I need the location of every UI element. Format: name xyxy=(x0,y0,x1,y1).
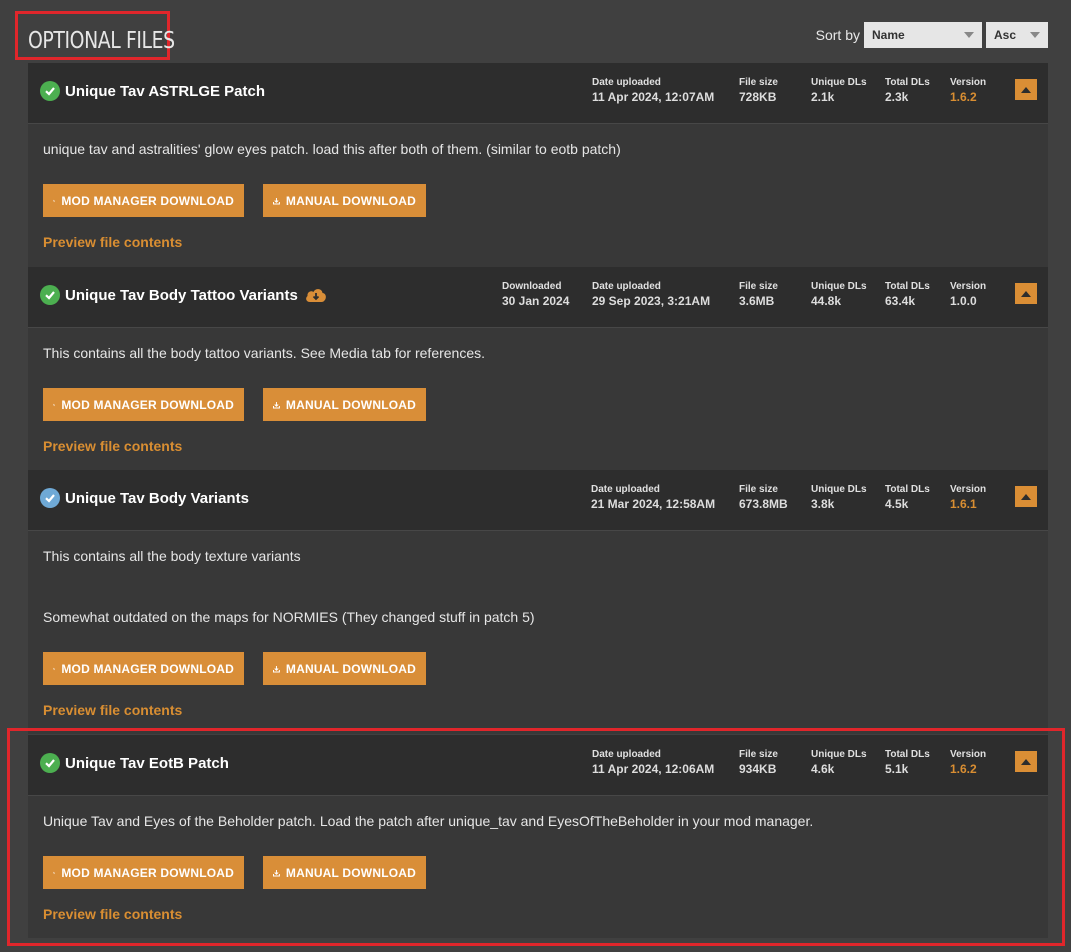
file-header: Unique Tav EotB Patch Date uploaded 11 Ap… xyxy=(28,735,1048,795)
preview-file-contents-link[interactable]: Preview file contents xyxy=(43,702,182,718)
check-icon xyxy=(40,81,60,101)
stat-unique-dls: Unique DLs 4.6k xyxy=(811,749,867,776)
manual-download-button[interactable]: MANUAL DOWNLOAD xyxy=(263,388,426,421)
file-item: Unique Tav Body Tattoo Variants Download… xyxy=(28,267,1048,470)
download-icon xyxy=(273,869,280,876)
stat-file-size: File size 673.8MB xyxy=(739,484,788,511)
stat-unique-dls: Unique DLs 3.8k xyxy=(811,484,867,511)
stat-file-size: File size 934KB xyxy=(739,749,778,776)
file-item: Unique Tav EotB Patch Date uploaded 11 Ap… xyxy=(28,735,1048,938)
chevron-up-icon xyxy=(1021,493,1031,500)
collapse-button[interactable] xyxy=(1015,751,1037,772)
file-body: This contains all the body tattoo varian… xyxy=(28,327,1048,470)
wrench-cross-icon xyxy=(53,199,56,202)
download-icon xyxy=(273,665,280,672)
file-description: Somewhat outdated on the maps for NORMIE… xyxy=(43,609,535,625)
sort-field-select[interactable]: Name xyxy=(864,22,982,48)
stat-unique-dls: Unique DLs 2.1k xyxy=(811,77,867,104)
sort-direction-select[interactable]: Asc xyxy=(986,22,1048,48)
check-icon xyxy=(40,285,60,305)
file-title: Unique Tav Body Tattoo Variants xyxy=(40,285,328,305)
chevron-up-icon xyxy=(1021,290,1031,297)
mod-manager-download-button[interactable]: MOD MANAGER DOWNLOAD xyxy=(43,856,244,889)
chevron-up-icon xyxy=(1021,758,1031,765)
file-item: Unique Tav ASTRLGE Patch Date uploaded 11… xyxy=(28,63,1048,267)
stat-total-dls: Total DLs 63.4k xyxy=(885,281,930,308)
stat-date-uploaded: Date uploaded 29 Sep 2023, 3:21AM xyxy=(592,281,711,308)
file-item: Unique Tav Body Variants Date uploaded 21… xyxy=(28,470,1048,734)
mod-manager-download-button[interactable]: MOD MANAGER DOWNLOAD xyxy=(43,652,244,685)
wrench-cross-icon xyxy=(53,667,56,670)
manual-download-button[interactable]: MANUAL DOWNLOAD xyxy=(263,856,426,889)
file-description: This contains all the body tattoo varian… xyxy=(43,345,486,361)
sort-controls: Sort by Name Asc xyxy=(816,22,1048,48)
stat-unique-dls: Unique DLs 44.8k xyxy=(811,281,867,308)
stat-date-uploaded: Date uploaded 11 Apr 2024, 12:06AM xyxy=(592,749,715,776)
file-name: Unique Tav Body Variants xyxy=(65,489,249,507)
chevron-up-icon xyxy=(1021,86,1031,93)
file-title: Unique Tav EotB Patch xyxy=(40,753,229,773)
file-body: This contains all the body texture varia… xyxy=(28,530,1048,734)
file-name: Unique Tav Body Tattoo Variants xyxy=(65,286,298,304)
stat-file-size: File size 728KB xyxy=(739,77,778,104)
stat-version: Version 1.6.1 xyxy=(950,484,987,511)
stat-version: Version 1.6.2 xyxy=(950,749,987,776)
file-header: Unique Tav Body Variants Date uploaded 21… xyxy=(28,470,1048,530)
preview-file-contents-link[interactable]: Preview file contents xyxy=(43,906,182,922)
stat-version: Version 1.6.2 xyxy=(950,77,987,104)
check-icon xyxy=(40,753,60,773)
stat-downloaded: Downloaded 30 Jan 2024 xyxy=(502,281,570,308)
section-title-text: OPTIONAL FILES xyxy=(28,28,175,54)
file-name: Unique Tav EotB Patch xyxy=(65,754,229,772)
cloud-download-icon xyxy=(305,289,326,302)
collapse-button[interactable] xyxy=(1015,486,1037,507)
stat-version: Version 1.0.0 xyxy=(950,281,987,308)
file-description: unique tav and astralities' glow eyes pa… xyxy=(43,141,621,157)
stat-date-uploaded: Date uploaded 11 Apr 2024, 12:07AM xyxy=(592,77,715,104)
download-icon xyxy=(273,197,280,204)
chevron-down-icon xyxy=(964,32,974,38)
collapse-button[interactable] xyxy=(1015,283,1037,304)
sort-field-value: Name xyxy=(872,28,905,42)
file-title: Unique Tav ASTRLGE Patch xyxy=(40,81,265,101)
preview-file-contents-link[interactable]: Preview file contents xyxy=(43,438,182,454)
file-body: unique tav and astralities' glow eyes pa… xyxy=(28,123,1048,267)
preview-file-contents-link[interactable]: Preview file contents xyxy=(43,234,182,250)
file-name: Unique Tav ASTRLGE Patch xyxy=(65,82,266,100)
sort-label: Sort by xyxy=(815,27,860,43)
file-header: Unique Tav Body Tattoo Variants Download… xyxy=(28,267,1048,327)
section-title: OPTIONAL FILES xyxy=(15,11,175,60)
wrench-cross-icon xyxy=(53,871,56,874)
mod-manager-download-button[interactable]: MOD MANAGER DOWNLOAD xyxy=(43,184,244,217)
stat-total-dls: Total DLs 2.3k xyxy=(885,77,930,104)
chevron-down-icon xyxy=(1030,32,1040,38)
file-header: Unique Tav ASTRLGE Patch Date uploaded 11… xyxy=(28,63,1048,123)
wrench-cross-icon xyxy=(53,403,56,406)
check-icon xyxy=(40,488,60,508)
manual-download-button[interactable]: MANUAL DOWNLOAD xyxy=(263,184,426,217)
file-body: Unique Tav and Eyes of the Beholder patc… xyxy=(28,795,1048,938)
manual-download-button[interactable]: MANUAL DOWNLOAD xyxy=(263,652,426,685)
stat-date-uploaded: Date uploaded 21 Mar 2024, 12:58AM xyxy=(591,484,716,511)
file-description: This contains all the body texture varia… xyxy=(43,548,301,564)
download-icon xyxy=(273,401,280,408)
sort-direction-value: Asc xyxy=(994,28,1017,42)
file-title: Unique Tav Body Variants xyxy=(40,488,249,508)
stat-file-size: File size 3.6MB xyxy=(739,281,778,308)
stat-total-dls: Total DLs 5.1k xyxy=(885,749,930,776)
stat-total-dls: Total DLs 4.5k xyxy=(885,484,930,511)
file-description: Unique Tav and Eyes of the Beholder patc… xyxy=(43,813,814,829)
mod-manager-download-button[interactable]: MOD MANAGER DOWNLOAD xyxy=(43,388,244,421)
collapse-button[interactable] xyxy=(1015,79,1037,100)
